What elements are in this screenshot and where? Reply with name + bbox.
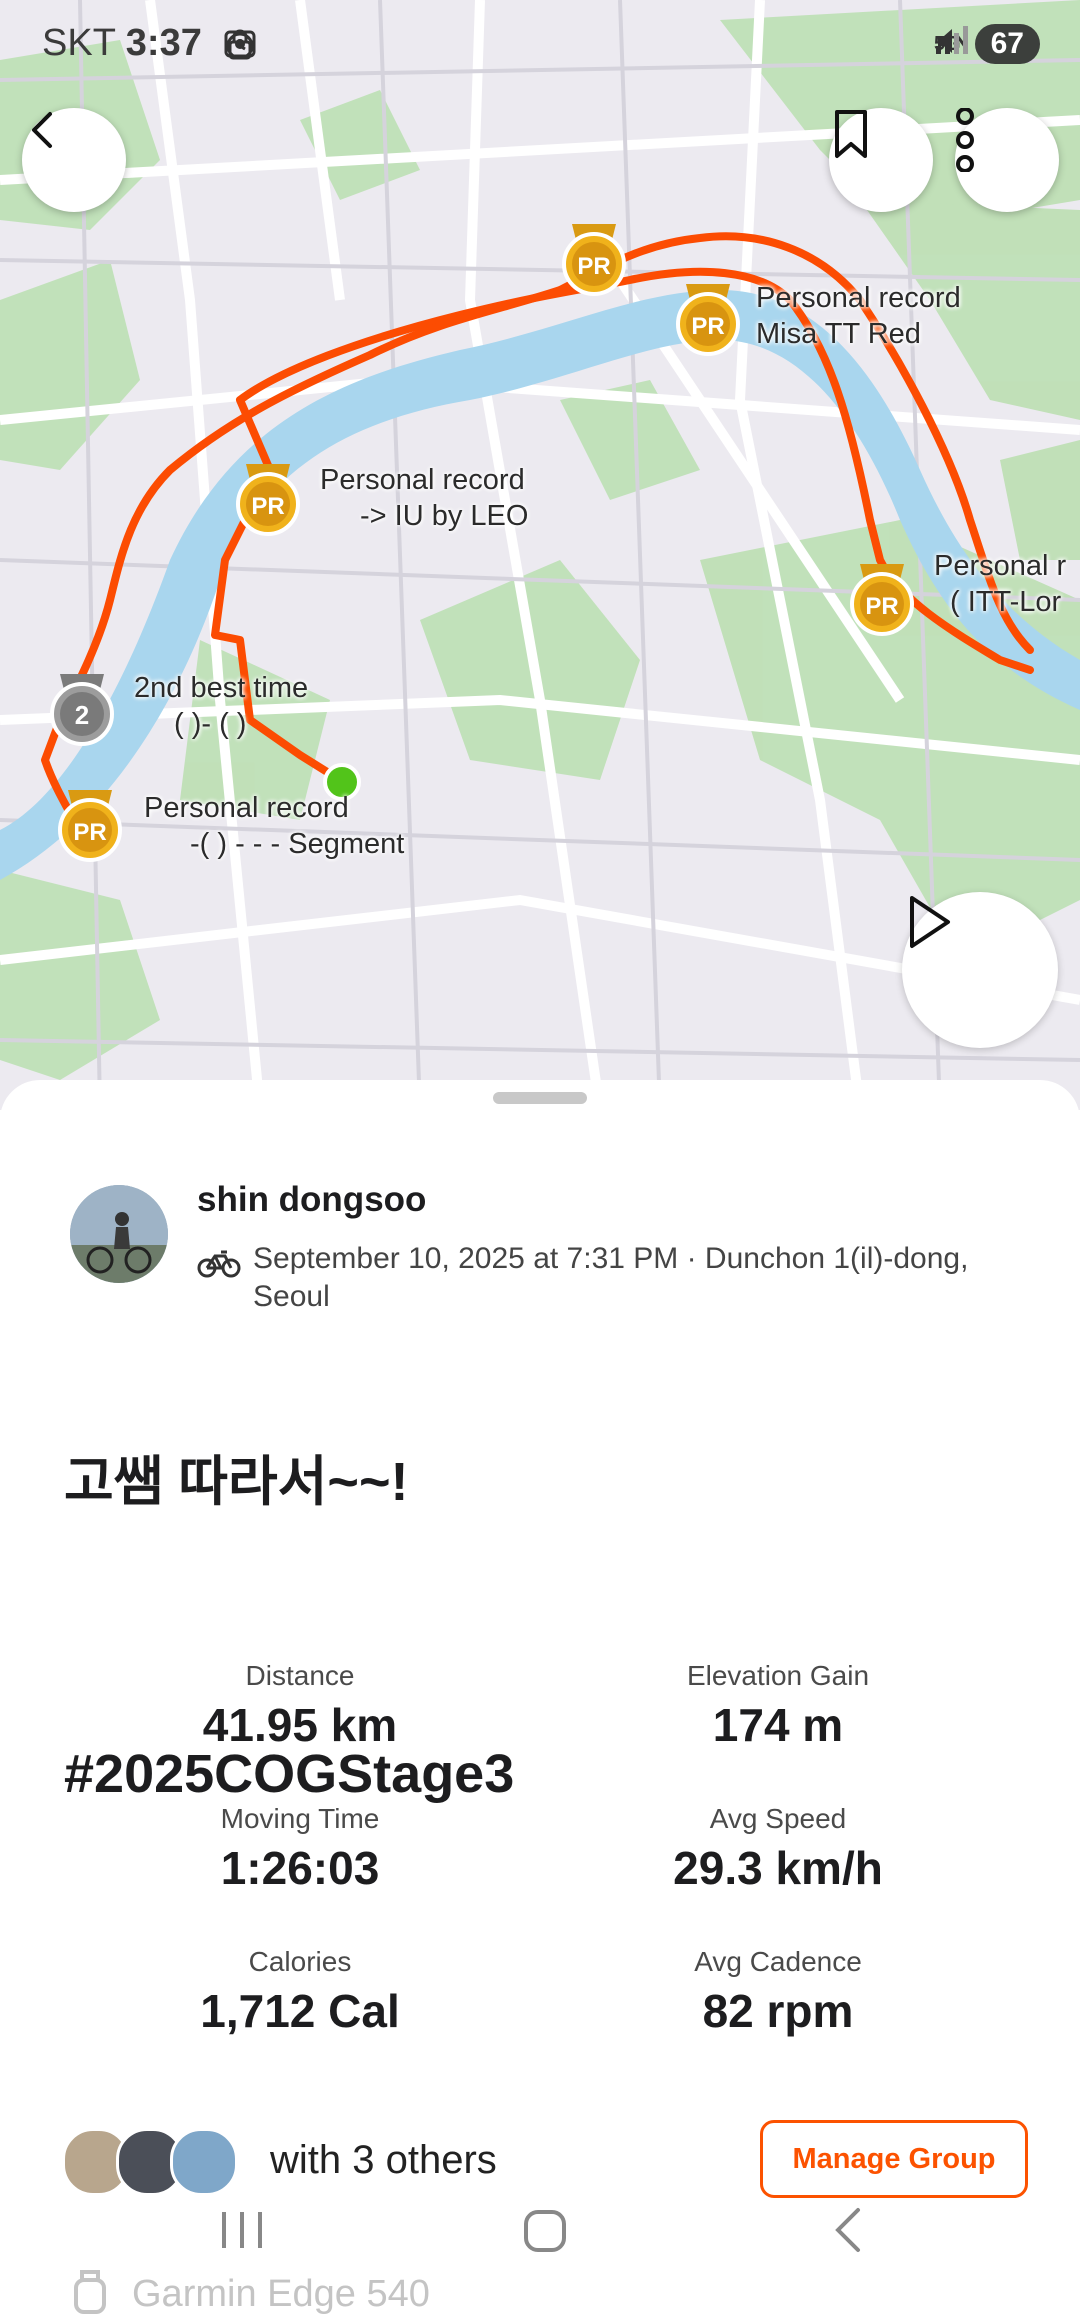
map-label-pr2: Personal record -> IU by LEO [320,464,529,532]
stat-calories: Calories 1,712 Cal [200,1946,400,2037]
svg-text:2: 2 [75,700,89,730]
bookmark-icon [835,110,867,158]
svg-text:PR: PR [251,493,284,520]
manage-group-button[interactable]: Manage Group [760,2120,1028,2198]
stat-moving-time: Moving Time 1:26:03 [220,1803,380,1894]
stat-elevation-gain: Elevation Gain 174 m [686,1660,870,1751]
battery-indicator: 67 [974,24,1040,64]
map-label-pr1: Personal record Misa TT Red [756,282,961,350]
athlete-avatar[interactable] [70,1185,168,1283]
ride-icon [197,1250,241,1278]
activity-title: 고쌤 따라서~~! #2025COGStage3 [64,1380,514,1876]
activity-details-sheet[interactable]: shin dongsoo September 10, 2025 at 7:31 … [0,1080,1080,2316]
avatar-photo [70,1185,168,1283]
chevron-left-icon [32,112,52,148]
status-carrier-time: SKT 3:37 [42,22,202,64]
stat-distance: Distance 41.95 km [202,1660,398,1751]
group-row: with 3 others Manage Group [62,2120,1028,2200]
back-button[interactable] [22,108,126,212]
status-icons-right: 5G 67 [934,24,1040,64]
map-label-pr4: Personal record -( ) - - - Segment [144,792,405,860]
svg-text:PR: PR [865,593,898,620]
play-icon [910,896,950,948]
pr-badge-2: PR [676,282,740,356]
pr-badge-4: PR [850,562,914,636]
group-avatar-3[interactable] [170,2128,238,2196]
svg-text:PR: PR [577,253,610,280]
svg-text:PR: PR [691,313,724,340]
bookmark-button[interactable] [829,108,933,212]
activity-meta: September 10, 2025 at 7:31 PM · Dunchon … [197,1240,1017,1316]
activity-map[interactable]: PR PR PR PR PR 2 Personal record Misa TT … [0,0,1080,1110]
recent-apps-icon [222,2212,262,2248]
title-line-1: 고쌤 따라서~~! [64,1452,409,1512]
athlete-name[interactable]: shin dongsoo [197,1180,426,1220]
stat-avg-speed: Avg Speed 29.3 km/h [673,1803,883,1894]
signal-icon [935,26,968,54]
flyover-play-button[interactable] [902,892,1058,1048]
pr-badge-1: PR [562,222,626,296]
status-bar: SKT 3:37 5G 67 [0,0,1080,90]
activity-date-location: September 10, 2025 at 7:31 PM · Dunchon … [253,1242,969,1313]
nav-back-icon [835,2208,860,2252]
home-icon [524,2210,566,2252]
more-vertical-icon [956,108,974,172]
sheet-drag-handle[interactable] [493,1092,587,1104]
lock-icon [228,29,252,60]
second-best-badge: 2 [50,674,114,746]
system-nav-bar [0,2196,1080,2316]
pr-badge-5: PR [58,788,122,862]
stat-avg-cadence: Avg Cadence 82 rpm [694,1946,862,2037]
more-options-button[interactable] [955,108,1059,212]
map-label-second: 2nd best time( )- ( ) [134,672,309,740]
svg-text:PR: PR [73,819,106,846]
nav-buttons [222,2208,860,2252]
pr-badge-3: PR [236,462,300,536]
map-label-pr3: Personal r( ITT-Lor [934,550,1067,618]
group-with-others[interactable]: with 3 others [270,2138,497,2183]
